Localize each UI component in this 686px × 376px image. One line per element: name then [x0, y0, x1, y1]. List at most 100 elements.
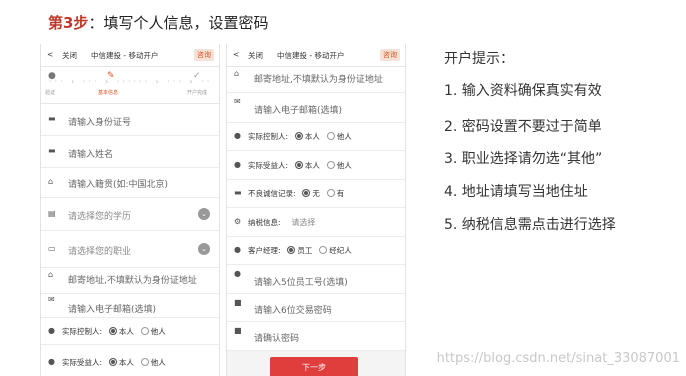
briefcase-icon: ▭	[48, 244, 56, 253]
native-place-field[interactable]: ⌂ 请输入籍贯(如:中国北京)	[41, 168, 219, 198]
email-placeholder: 请输入电子邮箱(选填)	[68, 305, 157, 315]
next-button[interactable]: 下一步	[270, 357, 358, 376]
lock-icon: ■	[234, 326, 242, 335]
confirm-password-placeholder: 请确认密码	[254, 334, 300, 344]
actual-controller-label: 实际控制人:	[62, 327, 103, 336]
radio-employee[interactable]: 员工	[287, 245, 312, 256]
consult-button[interactable]: 咨询	[380, 49, 400, 61]
bad-credit-record-row: ▬ 不良诚信记录: 无 有	[227, 180, 405, 208]
name-placeholder: 请输入姓名	[68, 150, 114, 160]
id-card-icon: ▬	[48, 114, 56, 123]
done-step-icon: ✓	[193, 71, 201, 81]
tip-item: 4. 地址请填写当地住址	[444, 184, 588, 200]
tax-info-placeholder: 请选择	[291, 218, 316, 227]
tax-info-label: 纳税信息:	[248, 218, 281, 227]
occupation-placeholder: 请选择您的职业	[68, 247, 132, 257]
lock-icon: ■	[234, 298, 242, 307]
mail-icon: ✉	[48, 295, 55, 304]
settings-icon: ⚙	[234, 217, 242, 226]
actual-controller-label: 实际控制人:	[248, 132, 289, 141]
card-icon: ▬	[234, 188, 242, 197]
phone-screen-1: < 关闭 中信建投 - 移动开户 咨询 ··· › ··· › ······ ›…	[40, 44, 220, 376]
radio-self[interactable]: 本人	[108, 326, 134, 337]
radio-self[interactable]: 本人	[108, 357, 134, 368]
mailing-address-placeholder: 邮寄地址,不填默认为身份证地址	[68, 276, 197, 286]
tip-item: 1. 输入资料确保真实有效	[444, 83, 602, 99]
user-icon: ●	[234, 131, 241, 140]
progress-track: ··· › ··· › ······ › ··· › ··· ›	[49, 77, 211, 86]
page-title: 中信建投 - 移动开户	[91, 51, 159, 60]
radio-self[interactable]: 本人	[294, 131, 320, 142]
name-field[interactable]: ▬ 请输入姓名	[41, 136, 219, 168]
tip-item: 3. 职业选择请勿选“其他”	[444, 151, 603, 167]
radio-other[interactable]: 他人	[140, 357, 166, 368]
native-place-placeholder: 请输入籍贯(如:中国北京)	[68, 180, 169, 190]
trade-password-field[interactable]: ■ 请输入6位交易密码	[227, 294, 405, 322]
close-button[interactable]: 关闭	[62, 50, 77, 61]
step-description: ：填写个人信息，设置密码	[88, 14, 269, 32]
employee-number-field[interactable]: ● 请输入5位员工号(选填)	[227, 265, 405, 294]
account-manager-row: ● 客户经理: 员工 经纪人	[227, 237, 405, 265]
verify-step-icon: ●	[48, 71, 56, 81]
account-manager-label: 客户经理:	[248, 246, 281, 255]
user-icon: ●	[234, 245, 241, 254]
chevron-left-icon[interactable]: <	[47, 50, 53, 59]
radio-other[interactable]: 他人	[326, 131, 352, 142]
mail-icon: ✉	[234, 97, 241, 106]
radio-yes[interactable]: 有	[326, 188, 344, 199]
user-icon: ●	[234, 269, 241, 278]
id-card-icon: ▬	[48, 146, 56, 155]
top-bar: < 关闭 中信建投 - 移动开户 咨询	[41, 44, 219, 67]
edit-step-icon: ✎	[107, 71, 115, 81]
actual-beneficiary-label: 实际受益人:	[62, 358, 103, 367]
book-icon: ▤	[48, 209, 56, 218]
watermark: https://blog.csdn.net/sinat_33087001	[436, 351, 680, 366]
chevron-down-icon[interactable]: ⌄	[198, 243, 210, 255]
phone-screen-2: < 关闭 中信建投 - 移动开户 咨询 ⌂ 邮寄地址,不填默认为身份证地址 ✉ …	[226, 44, 406, 376]
occupation-select[interactable]: ▭ 请选择您的职业 ⌄	[41, 231, 219, 268]
actual-controller-row: ● 实际控制人: 本人 他人	[41, 318, 219, 345]
radio-self[interactable]: 本人	[294, 160, 320, 171]
tip-item: 2. 密码设置不要过于简单	[444, 119, 602, 135]
tips-panel: 开户提示： 1. 输入资料确保真实有效 2. 密码设置不要过于简单 3. 职业选…	[444, 48, 616, 233]
step-title: 第3步：填写个人信息，设置密码	[48, 12, 268, 33]
actual-beneficiary-row: ● 实际受益人: 本人 他人	[41, 345, 219, 376]
mailing-address-placeholder: 邮寄地址,不填默认为身份证地址	[254, 75, 383, 85]
tips-title: 开户提示：	[444, 51, 514, 67]
actual-beneficiary-row: ● 实际受益人: 本人 他人	[227, 151, 405, 180]
close-button[interactable]: 关闭	[248, 50, 263, 61]
id-number-field[interactable]: ▬ 请输入身份证号	[41, 104, 219, 136]
page-title: 中信建投 - 移动开户	[277, 51, 345, 60]
confirm-password-field[interactable]: ■ 请确认密码	[227, 322, 405, 351]
user-icon: ●	[234, 160, 241, 169]
chevron-left-icon[interactable]: <	[233, 50, 239, 59]
mailing-address-field[interactable]: ⌂ 邮寄地址,不填默认为身份证地址	[41, 268, 219, 294]
step-label-basic-info: 基本信息	[98, 90, 119, 96]
education-select[interactable]: ▤ 请选择您的学历 ⌄	[41, 198, 219, 231]
user-icon: ●	[48, 357, 55, 366]
email-field[interactable]: ✉ 请输入电子邮箱(选填)	[227, 93, 405, 123]
employee-number-placeholder: 请输入5位员工号(选填)	[254, 278, 348, 288]
actual-controller-row: ● 实际控制人: 本人 他人	[227, 123, 405, 151]
education-placeholder: 请选择您的学历	[68, 212, 132, 222]
step-label-verify: 验证	[45, 90, 56, 96]
email-placeholder: 请输入电子邮箱(选填)	[254, 106, 343, 116]
radio-none[interactable]: 无	[302, 188, 320, 199]
bad-credit-record-label: 不良诚信记录:	[248, 189, 296, 198]
email-field[interactable]: ✉ 请输入电子邮箱(选填)	[41, 294, 219, 318]
id-number-placeholder: 请输入身份证号	[68, 118, 132, 128]
mailing-address-field[interactable]: ⌂ 邮寄地址,不填默认为身份证地址	[227, 67, 405, 93]
radio-broker[interactable]: 经纪人	[319, 245, 352, 256]
home-icon: ⌂	[48, 270, 54, 279]
progress-steps: ··· › ··· › ······ › ··· › ··· › ● ✎ ✓ 验…	[41, 67, 219, 104]
radio-other[interactable]: 他人	[140, 326, 166, 337]
actual-beneficiary-label: 实际受益人:	[248, 161, 289, 170]
top-bar: < 关闭 中信建投 - 移动开户 咨询	[227, 44, 405, 67]
tip-item: 5. 纳税信息需点击进行选择	[444, 217, 616, 233]
home-icon: ⌂	[234, 69, 240, 78]
chevron-down-icon[interactable]: ⌄	[198, 208, 210, 220]
tax-info-select[interactable]: ⚙ 纳税信息: 请选择	[227, 208, 405, 237]
radio-other[interactable]: 他人	[326, 160, 352, 171]
consult-button[interactable]: 咨询	[194, 49, 214, 61]
home-icon: ⌂	[48, 177, 54, 186]
